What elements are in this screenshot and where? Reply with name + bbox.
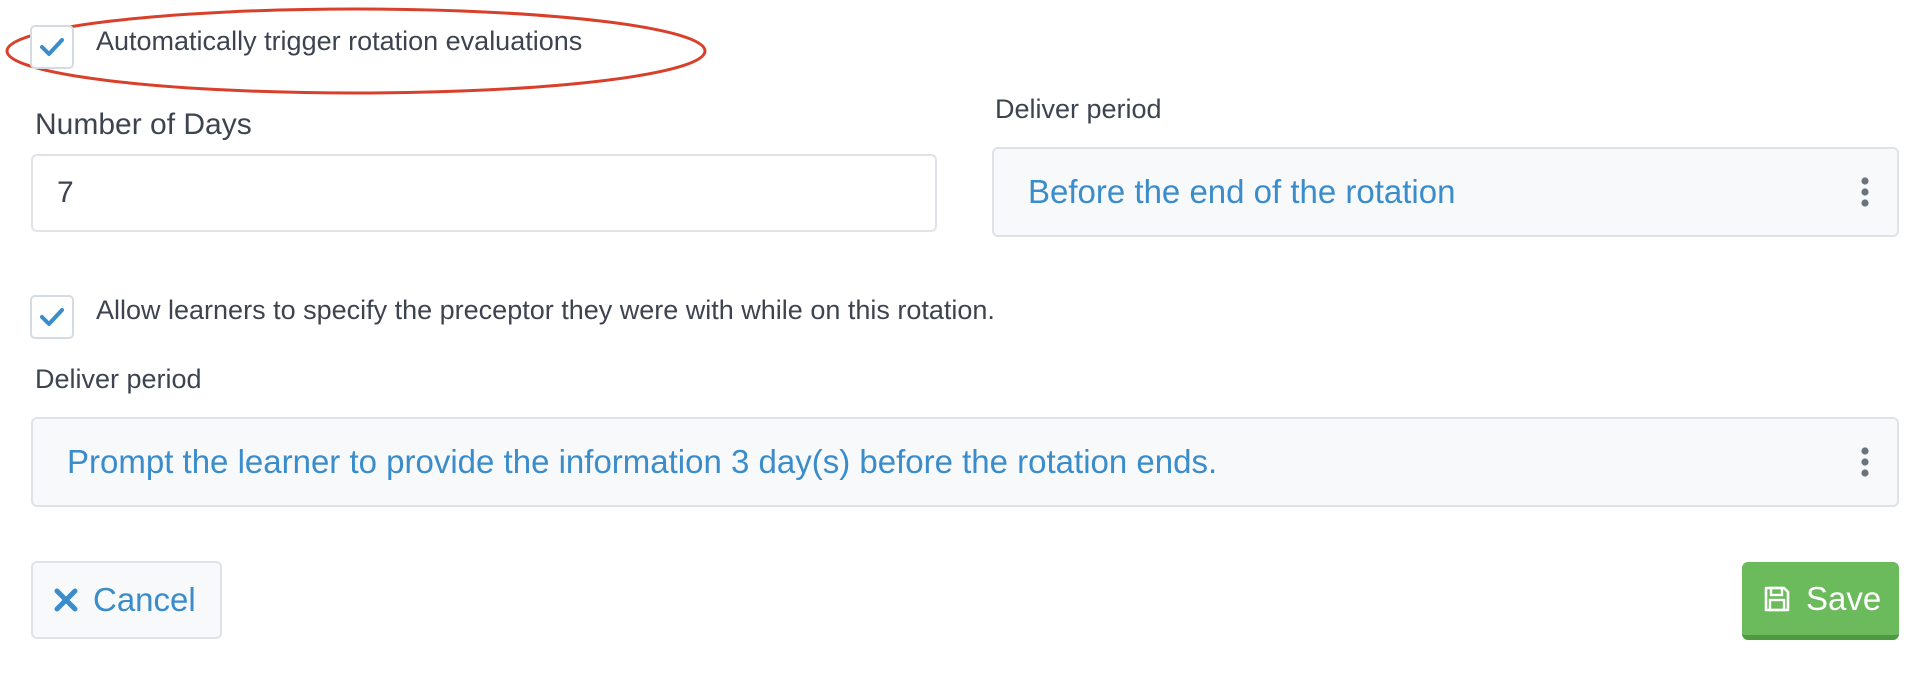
auto-trigger-checkbox[interactable] <box>30 25 74 69</box>
kebab-icon <box>1861 447 1869 477</box>
deliver-period-select[interactable]: Before the end of the rotation <box>992 147 1899 237</box>
deliver-period-prompt-select[interactable]: Prompt the learner to provide the inform… <box>31 417 1899 507</box>
checkmark-icon <box>40 38 64 56</box>
deliver-period-prompt-value: Prompt the learner to provide the inform… <box>67 443 1218 480</box>
number-of-days-input[interactable] <box>31 154 937 232</box>
save-button-label: Save <box>1806 579 1882 617</box>
floppy-disk-icon <box>1764 586 1790 611</box>
checkmark-icon <box>40 308 64 326</box>
number-of-days-label: Number of Days <box>35 108 252 141</box>
kebab-icon <box>1861 177 1869 207</box>
auto-trigger-label: Automatically trigger rotation evaluatio… <box>96 26 583 56</box>
cancel-button-label: Cancel <box>93 581 196 618</box>
cancel-button[interactable]: Cancel <box>31 561 222 639</box>
save-button[interactable]: Save <box>1742 562 1899 640</box>
close-icon <box>54 588 78 612</box>
allow-preceptor-checkbox[interactable] <box>30 295 74 339</box>
deliver-period-value: Before the end of the rotation <box>1028 173 1456 210</box>
deliver-period-label: Deliver period <box>995 94 1162 124</box>
allow-preceptor-label: Allow learners to specify the preceptor … <box>96 295 995 325</box>
deliver-period-prompt-label: Deliver period <box>35 364 202 394</box>
